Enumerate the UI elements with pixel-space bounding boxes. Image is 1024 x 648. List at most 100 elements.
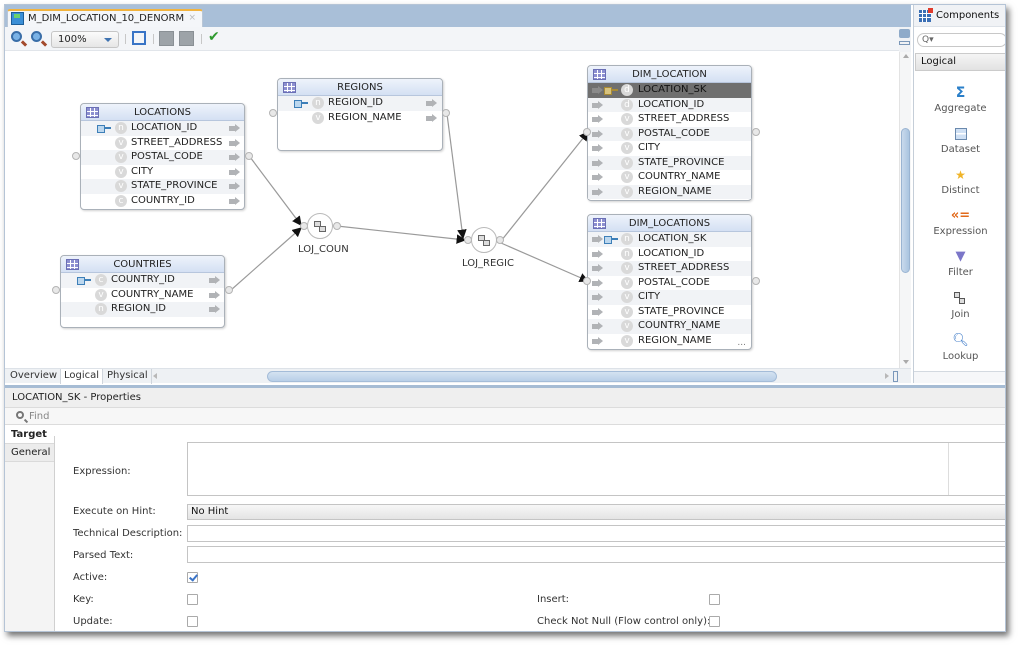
- table-node-dim-location[interactable]: DIM_LOCATION d LOCATION_SK d LOCATION_ID v ST…: [587, 65, 752, 201]
- active-checkbox[interactable]: [187, 572, 198, 583]
- input-arrow-icon: [592, 249, 603, 258]
- column-row[interactable]: v COUNTRY_NAME: [61, 288, 224, 303]
- scroll-up-icon[interactable]: [903, 54, 909, 58]
- search-icon[interactable]: Q▾: [922, 35, 934, 45]
- close-icon[interactable]: ×: [188, 11, 196, 26]
- properties-find-input[interactable]: Find: [5, 408, 1005, 425]
- input-port[interactable]: [583, 277, 591, 285]
- column-row[interactable]: v STREET_ADDRESS: [588, 112, 751, 127]
- output-port[interactable]: [225, 286, 233, 294]
- scroll-down-icon[interactable]: [903, 360, 909, 364]
- column-row[interactable]: n LOCATION_SK: [588, 232, 751, 247]
- column-row[interactable]: n LOCATION_ID: [81, 121, 244, 136]
- diagram-canvas[interactable]: LOCATIONS n LOCATION_ID v STREET_ADDRESS v PO…: [5, 52, 899, 368]
- auto-layout-icon[interactable]: [179, 31, 194, 46]
- column-row[interactable]: v POSTAL_CODE: [588, 126, 751, 141]
- column-row[interactable]: c COUNTRY_ID: [61, 273, 224, 288]
- output-port[interactable]: [752, 128, 760, 136]
- split-bar-icon[interactable]: [899, 41, 910, 45]
- output-port[interactable]: [442, 109, 450, 117]
- column-row[interactable]: c COUNTRY_ID: [81, 194, 244, 209]
- scroll-right-icon[interactable]: [885, 373, 889, 379]
- column-row[interactable]: v STATE_PROVINCE: [81, 179, 244, 194]
- component-expression[interactable]: «= Expression: [914, 208, 1005, 237]
- column-row[interactable]: n LOCATION_ID: [588, 247, 751, 262]
- expression-splitter[interactable]: [948, 443, 949, 495]
- input-port[interactable]: [72, 152, 80, 160]
- component-join[interactable]: Join: [914, 291, 1005, 320]
- column-row[interactable]: v STATE_PROVINCE: [588, 305, 751, 320]
- column-row[interactable]: v STREET_ADDRESS: [81, 136, 244, 151]
- join-output-port[interactable]: [333, 222, 341, 230]
- more-indicator[interactable]: ...: [737, 338, 746, 348]
- tab-physical[interactable]: Physical: [104, 369, 152, 384]
- join-node-loj-coun[interactable]: [307, 213, 333, 239]
- parsed-text-field[interactable]: [187, 546, 1005, 563]
- horizontal-scroll-thumb[interactable]: [267, 371, 777, 382]
- layout-icon[interactable]: [159, 31, 174, 46]
- expression-field[interactable]: [187, 442, 1005, 496]
- column-row[interactable]: v REGION_NAME: [588, 334, 751, 349]
- column-row[interactable]: v POSTAL_CODE: [81, 150, 244, 165]
- table-node-dim-locations[interactable]: DIM_LOCATIONS n LOCATION_SK n LOCATION_ID v S…: [587, 214, 752, 350]
- column-row[interactable]: d LOCATION_ID: [588, 97, 751, 112]
- column-row[interactable]: d LOCATION_SK: [588, 83, 751, 98]
- output-port[interactable]: [752, 277, 760, 285]
- column-row[interactable]: v POSTAL_CODE: [588, 276, 751, 291]
- column-row[interactable]: v CITY: [81, 165, 244, 180]
- table-node-countries[interactable]: COUNTRIES c COUNTRY_ID v COUNTRY_NAME n REGIO…: [60, 255, 225, 328]
- tab-overview[interactable]: Overview: [7, 369, 62, 384]
- side-tab-general[interactable]: General: [5, 443, 54, 462]
- scroll-left-icon[interactable]: [153, 373, 157, 379]
- zoom-out-icon[interactable]: [31, 31, 42, 42]
- components-category-select[interactable]: Logical: [915, 53, 1005, 71]
- column-row[interactable]: v STREET_ADDRESS: [588, 261, 751, 276]
- document-tab[interactable]: M_DIM_LOCATION_10_DENORM ×: [7, 9, 203, 28]
- key-checkbox[interactable]: [187, 594, 198, 605]
- column-row[interactable]: v COUNTRY_NAME: [588, 319, 751, 334]
- component-label: Distinct: [941, 185, 980, 196]
- component-distinct[interactable]: ★ Distinct: [914, 167, 1005, 196]
- join-output-port[interactable]: [496, 236, 504, 244]
- input-port[interactable]: [52, 286, 60, 294]
- zoom-level-select[interactable]: 100%: [51, 31, 119, 48]
- column-name: LOCATION_ID: [638, 247, 705, 259]
- join-node-loj-regic[interactable]: [471, 227, 497, 253]
- column-row[interactable]: v REGION_NAME: [588, 184, 751, 199]
- component-filter[interactable]: ▼ Filter: [914, 249, 1005, 278]
- component-dataset[interactable]: Dataset: [914, 126, 1005, 155]
- execute-hint-select[interactable]: No Hint: [187, 504, 1005, 520]
- table-icon: [283, 82, 296, 93]
- output-arrow-icon: [229, 182, 240, 190]
- column-name: LOCATION_ID: [131, 122, 198, 133]
- table-node-locations[interactable]: LOCATIONS n LOCATION_ID v STREET_ADDRESS v PO…: [80, 103, 245, 210]
- zoom-in-icon[interactable]: [11, 31, 22, 42]
- components-search-input[interactable]: Q▾: [917, 33, 1005, 47]
- vertical-scroll-thumb[interactable]: [901, 128, 910, 273]
- component-lookup[interactable]: 🔍︎ Lookup: [914, 333, 1005, 362]
- split-down-icon[interactable]: [899, 29, 910, 38]
- component-aggregate[interactable]: Σ Aggregate: [914, 85, 1005, 114]
- column-row[interactable]: v CITY: [588, 290, 751, 305]
- insert-checkbox[interactable]: [709, 594, 720, 605]
- column-row[interactable]: v CITY: [588, 141, 751, 156]
- split-handle[interactable]: [893, 371, 898, 382]
- column-row[interactable]: n REGION_ID: [278, 96, 442, 111]
- output-port[interactable]: [245, 152, 253, 160]
- check-not-null-checkbox[interactable]: [709, 616, 720, 627]
- validate-check-icon[interactable]: ✔: [208, 29, 223, 45]
- side-tab-target[interactable]: Target: [5, 427, 54, 443]
- column-row[interactable]: v COUNTRY_NAME: [588, 170, 751, 185]
- component-label: Filter: [948, 267, 973, 278]
- column-row[interactable]: v STATE_PROVINCE: [588, 155, 751, 170]
- vertical-scrollbar[interactable]: [899, 52, 911, 368]
- tab-logical[interactable]: Logical: [60, 369, 104, 384]
- input-port[interactable]: [269, 109, 277, 117]
- table-node-regions[interactable]: REGIONS n REGION_ID v REGION_NAME: [277, 78, 443, 151]
- fit-to-window-icon[interactable]: [132, 31, 146, 45]
- input-port[interactable]: [583, 128, 591, 136]
- column-row[interactable]: v REGION_NAME: [278, 111, 442, 126]
- column-row[interactable]: n REGION_ID: [61, 302, 224, 317]
- technical-description-field[interactable]: [187, 525, 1005, 542]
- update-checkbox[interactable]: [187, 616, 198, 627]
